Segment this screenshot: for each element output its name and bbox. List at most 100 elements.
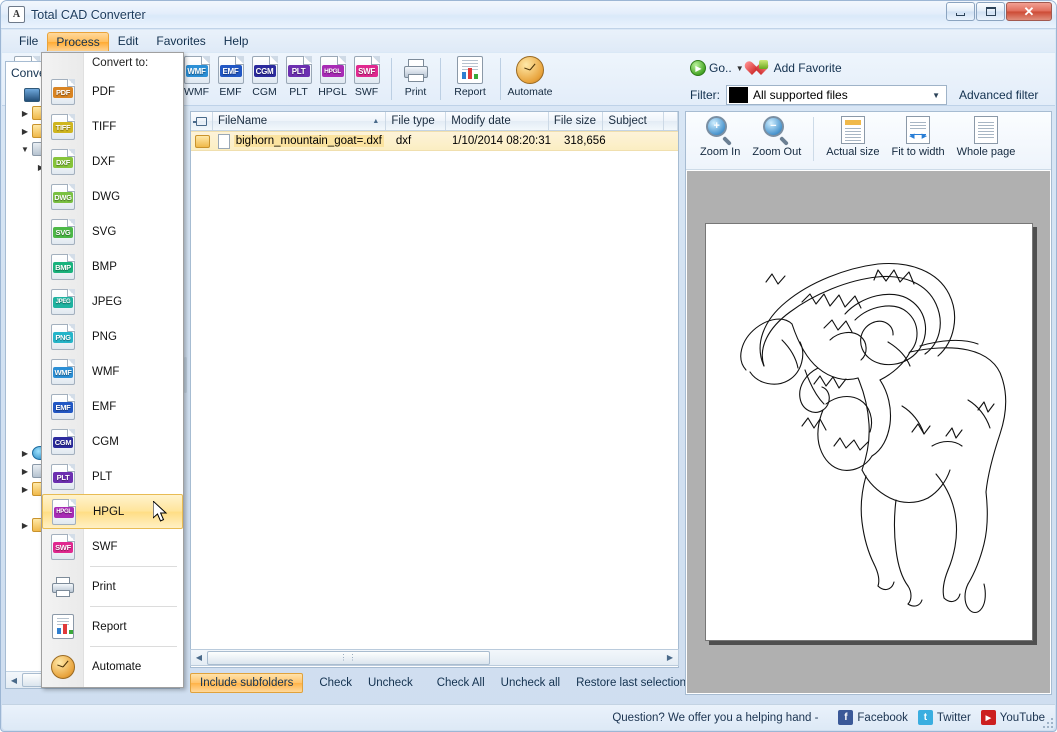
advanced-filter-link[interactable]: Advanced filter [959, 88, 1038, 102]
check-button[interactable]: Check [311, 674, 360, 692]
column-header-filetype[interactable]: File type [386, 112, 447, 130]
toolbar-label-report: Report [454, 86, 486, 98]
toolbar-button-hpgl[interactable]: HPGL HPGL [316, 56, 349, 98]
actual-size-button[interactable]: Actual size [826, 116, 879, 158]
hpgl-tag: HPGL [54, 506, 74, 518]
chevron-right-icon[interactable]: ▶ [18, 127, 32, 136]
zoom-in-button[interactable]: + Zoom In [700, 116, 740, 158]
toolbar-button-automate[interactable]: Automate [508, 56, 552, 98]
cgm-tag: CGM [253, 65, 276, 77]
file-list-horizontal-scrollbar[interactable]: ◀ ⋮⋮ ▶ [190, 649, 679, 666]
printer-icon [51, 575, 75, 599]
scroll-left-icon[interactable]: ◀ [191, 650, 207, 665]
wmf-tag: WMF [185, 65, 208, 77]
file-list-actions: Include subfolders Check Uncheck Check A… [190, 671, 686, 695]
menu-edit[interactable]: Edit [109, 31, 148, 51]
menu-item-bmp[interactable]: BMP BMP [42, 249, 183, 284]
row-check-icon-cell[interactable] [191, 134, 212, 148]
cgm-file-icon: CGM [251, 56, 278, 84]
toolbar-button-print[interactable]: Print [399, 56, 432, 98]
chevron-right-icon[interactable]: ▶ [18, 449, 32, 458]
hpgl-tag: HPGL [321, 65, 344, 77]
menu-item-wmf[interactable]: WMF WMF [42, 354, 183, 389]
plt-file-icon: PLT [285, 56, 312, 84]
chevron-down-icon[interactable]: ▼ [18, 145, 32, 154]
minimize-button[interactable] [946, 2, 975, 21]
process-dropdown-menu[interactable]: Convert to: PDF PDF TIFF TIFF DXF DXF DW… [41, 52, 184, 688]
youtube-link[interactable]: ▶ YouTube [980, 710, 1045, 725]
menu-favorites[interactable]: Favorites [147, 31, 214, 51]
go-button-label[interactable]: Go.. [709, 61, 732, 75]
menu-file[interactable]: File [10, 31, 47, 51]
fit-to-width-button[interactable]: ◀ ▶ Fit to width [891, 116, 945, 158]
close-button[interactable]: ✕ [1006, 2, 1052, 21]
check-all-button[interactable]: Check All [429, 674, 493, 692]
uncheck-all-button[interactable]: Uncheck all [493, 674, 568, 692]
dxf-file-icon: DXF [51, 148, 75, 175]
zoom-out-button[interactable]: − Zoom Out [752, 116, 801, 158]
maximize-button[interactable] [976, 2, 1005, 21]
menu-item-png[interactable]: PNG PNG [42, 319, 183, 354]
filter-select[interactable]: All supported files ▼ [726, 85, 947, 105]
table-row[interactable]: bighorn_mountain_goat=.dxf dxf 11/10/201… [191, 131, 678, 151]
toolbar-button-plt[interactable]: PLT PLT [282, 56, 315, 98]
chevron-right-icon[interactable]: ▶ [18, 109, 32, 118]
menu-separator [90, 646, 177, 647]
menu-label-dxf: DXF [92, 155, 115, 168]
scroll-left-icon[interactable]: ◀ [6, 673, 22, 688]
filter-swatch-icon [729, 87, 748, 103]
mouse-cursor [153, 501, 168, 522]
menu-label-png: PNG [92, 330, 117, 343]
scroll-right-icon[interactable]: ▶ [662, 650, 678, 665]
include-subfolders-button[interactable]: Include subfolders [190, 673, 304, 693]
bighorn-sheep-line-art [739, 262, 1006, 614]
wmf-tag: WMF [53, 366, 73, 378]
menu-label-tiff: TIFF [92, 120, 117, 133]
resize-grip[interactable] [1041, 716, 1053, 728]
file-list-header: FileName ▲ File type Modify date File si… [191, 112, 679, 131]
chevron-right-icon[interactable]: ▶ [18, 521, 32, 530]
column-header-filesize[interactable]: File size [549, 112, 604, 130]
chevron-down-icon[interactable]: ▼ [736, 64, 744, 73]
menu-item-swf[interactable]: SWF SWF [42, 529, 183, 564]
toolbar-button-cgm[interactable]: CGM CGM [248, 56, 281, 98]
facebook-link[interactable]: f Facebook [838, 710, 908, 725]
restore-last-selection-button[interactable]: Restore last selection [568, 674, 694, 692]
column-header-filename[interactable]: FileName ▲ [213, 112, 387, 130]
menu-item-automate[interactable]: Automate [42, 649, 183, 684]
menu-item-cgm[interactable]: CGM CGM [42, 424, 183, 459]
preview-canvas[interactable] [687, 171, 1050, 693]
menu-item-plt[interactable]: PLT PLT [42, 459, 183, 494]
menu-item-jpeg[interactable]: JPEG JPEG [42, 284, 183, 319]
menu-item-emf[interactable]: EMF EMF [42, 389, 183, 424]
menu-help[interactable]: Help [215, 31, 258, 51]
scrollbar-thumb[interactable]: ⋮⋮ [207, 650, 490, 665]
toolbar-label-plt: PLT [289, 86, 308, 98]
add-favorite-button[interactable]: Add Favorite [774, 61, 842, 75]
chevron-right-icon[interactable]: ▶ [18, 485, 32, 494]
cell-filesize: 318,656 [564, 135, 606, 147]
column-header-overflow[interactable] [664, 112, 679, 130]
uncheck-button[interactable]: Uncheck [360, 674, 421, 692]
menu-item-pdf[interactable]: PDF PDF [42, 74, 183, 109]
menu-item-print[interactable]: Print [42, 569, 183, 604]
png-tag: PNG [53, 331, 73, 343]
toolbar-button-emf[interactable]: EMF EMF [214, 56, 247, 98]
column-header-pin[interactable] [191, 112, 213, 130]
twitter-link[interactable]: t Twitter [917, 710, 971, 725]
menu-item-dxf[interactable]: DXF DXF [42, 144, 183, 179]
menu-item-report[interactable]: Report [42, 609, 183, 644]
column-header-modifydate[interactable]: Modify date [446, 112, 549, 130]
column-header-subject[interactable]: Subject [603, 112, 665, 130]
toolbar-button-swf[interactable]: SWF SWF [350, 56, 383, 98]
whole-page-button[interactable]: Whole page [957, 116, 1015, 158]
chevron-right-icon[interactable]: ▶ [18, 467, 32, 476]
menu-process[interactable]: Process [47, 31, 109, 51]
toolbar-button-report[interactable]: Report [448, 56, 492, 98]
youtube-label: YouTube [999, 711, 1045, 724]
menu-item-dwg[interactable]: DWG DWG [42, 179, 183, 214]
checkbox-file-icon[interactable] [195, 134, 210, 148]
menu-item-tiff[interactable]: TIFF TIFF [42, 109, 183, 144]
menu-item-svg[interactable]: SVG SVG [42, 214, 183, 249]
column-label-filesize: File size [553, 115, 597, 127]
